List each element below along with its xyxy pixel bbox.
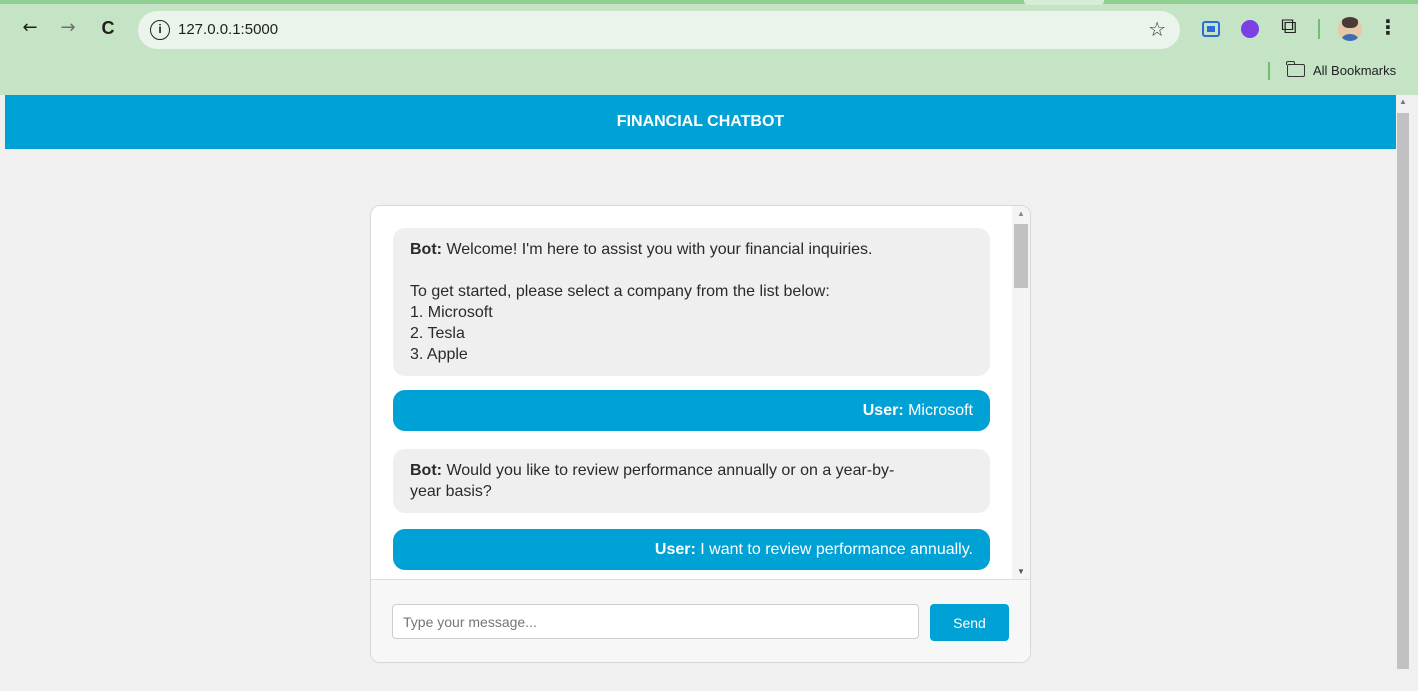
message-text: I want to review performance annually. — [700, 541, 973, 558]
chat-scroll-thumb[interactable] — [1014, 224, 1028, 288]
chat-input-area: Send — [371, 579, 1030, 662]
tab-strip — [0, 0, 1418, 4]
speaker-label: Bot: — [410, 241, 442, 258]
bookmark-star-icon[interactable]: ☆ — [1148, 17, 1166, 41]
user-message: User: I want to review performance annua… — [393, 529, 990, 570]
bot-message: Bot: Welcome! I'm here to assist you wit… — [393, 228, 990, 376]
profile-avatar[interactable] — [1338, 17, 1362, 41]
send-button[interactable]: Send — [930, 604, 1009, 641]
message-text: Microsoft — [908, 402, 973, 419]
company-option: 1. Microsoft — [410, 304, 493, 321]
site-info-icon[interactable]: i — [150, 20, 170, 40]
app-title: FINANCIAL CHATBOT — [616, 113, 785, 130]
speaker-label: User: — [654, 541, 696, 558]
extensions-puzzle-icon[interactable]: ⧉ — [1281, 14, 1297, 39]
forward-arrow-icon[interactable]: → — [56, 16, 80, 40]
scroll-up-arrow-icon[interactable]: ▲ — [1399, 97, 1407, 106]
chat-scrollbar[interactable]: ▲ ▼ — [1012, 206, 1030, 579]
scroll-down-arrow-icon[interactable]: ▼ — [1017, 567, 1025, 576]
toolbar-divider — [1318, 19, 1320, 39]
reload-icon[interactable]: C — [96, 16, 120, 40]
browser-menu-icon[interactable]: ⋮ — [1378, 15, 1398, 39]
message-input[interactable] — [392, 604, 919, 639]
page-scrollbar[interactable]: ▲ — [1396, 95, 1410, 691]
purple-extension-icon[interactable] — [1241, 20, 1259, 38]
company-option: 2. Tesla — [410, 325, 465, 342]
browser-toolbar: ← → C i 127.0.0.1:5000 ☆ ⧉ ⋮ All Bookmar… — [0, 0, 1418, 95]
bot-message: Bot: Would you like to review performanc… — [393, 449, 990, 513]
speaker-label: Bot: — [410, 462, 442, 479]
screenshot-extension-icon[interactable] — [1202, 21, 1220, 37]
chat-messages[interactable]: Bot: Welcome! I'm here to assist you wit… — [371, 206, 1030, 579]
speaker-label: User: — [862, 402, 904, 419]
folder-icon[interactable] — [1286, 61, 1305, 77]
address-bar[interactable]: i 127.0.0.1:5000 ☆ — [138, 11, 1180, 49]
message-line: Bot: Welcome! I'm here to assist you wit… — [410, 239, 973, 260]
message-line: To get started, please select a company … — [410, 283, 830, 300]
page-scroll-thumb[interactable] — [1397, 113, 1409, 669]
message-line: year basis? — [410, 483, 492, 500]
url-text[interactable]: 127.0.0.1:5000 — [178, 21, 278, 38]
message-text: Welcome! I'm here to assist you with you… — [446, 241, 873, 258]
active-tab-edge[interactable] — [1024, 0, 1104, 5]
back-arrow-icon[interactable]: ← — [18, 16, 42, 40]
bookmarks-divider — [1268, 62, 1270, 80]
message-line: Bot: Would you like to review performanc… — [410, 460, 973, 481]
app-header: FINANCIAL CHATBOT — [5, 95, 1396, 149]
chat-container: Bot: Welcome! I'm here to assist you wit… — [370, 205, 1031, 663]
scroll-up-arrow-icon[interactable]: ▲ — [1017, 209, 1025, 218]
company-option: 3. Apple — [410, 346, 468, 363]
user-message: User: Microsoft — [393, 390, 990, 431]
all-bookmarks-link[interactable]: All Bookmarks — [1313, 63, 1396, 78]
message-text: Would you like to review performance ann… — [446, 462, 895, 479]
